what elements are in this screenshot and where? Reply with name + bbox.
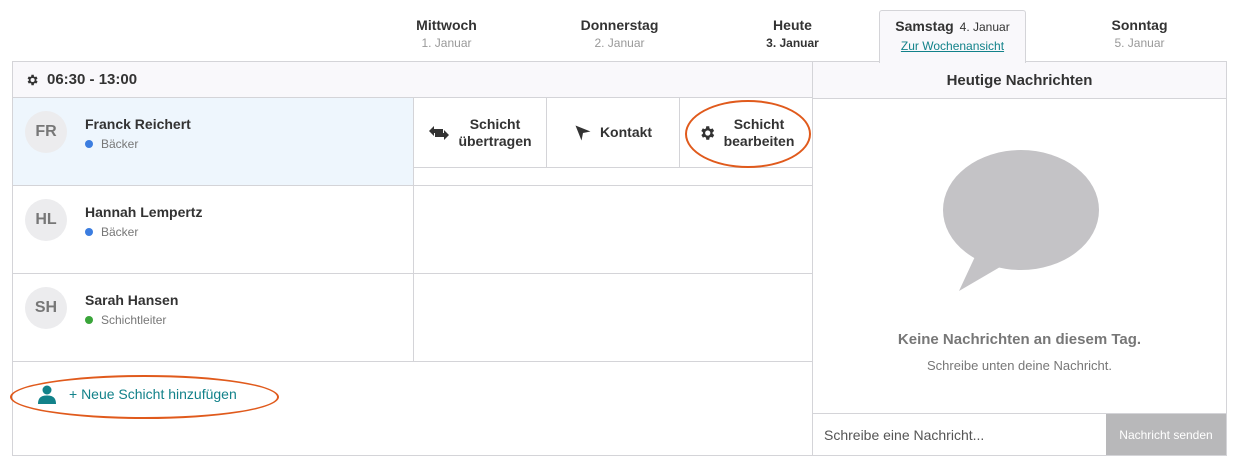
day-date: 5. Januar bbox=[1114, 36, 1165, 50]
person-cell[interactable]: FR Franck Reichert Bäcker bbox=[13, 98, 414, 185]
shift-actions: Schicht übertragen Kontakt Schicht bearb… bbox=[414, 98, 812, 168]
table-row: HL Hannah Lempertz Bäcker bbox=[13, 186, 812, 274]
person-role: Bäcker bbox=[85, 225, 138, 239]
role-dot bbox=[85, 316, 93, 324]
person-cell[interactable]: HL Hannah Lempertz Bäcker bbox=[13, 186, 414, 273]
shift-header: 06:30 - 13:00 bbox=[13, 62, 812, 98]
role-label: Bäcker bbox=[101, 137, 139, 151]
speech-bubble-icon bbox=[943, 150, 1099, 291]
transfer-shift-button[interactable]: Schicht übertragen bbox=[414, 98, 547, 167]
transfer-label-2: übertragen bbox=[458, 132, 532, 149]
person-role: Bäcker bbox=[85, 137, 138, 151]
add-shift-button[interactable]: + Neue Schicht hinzufügen bbox=[37, 384, 237, 404]
role-dot bbox=[85, 140, 93, 148]
empty-state-title: Keine Nachrichten an diesem Tag. bbox=[897, 331, 1142, 348]
user-icon bbox=[38, 385, 56, 404]
role-dot bbox=[85, 228, 93, 236]
person-role: Schichtleiter bbox=[85, 313, 166, 327]
avatar: HL bbox=[25, 199, 67, 241]
shift-panel: 06:30 - 13:00 FR Franck Reichert Bäcker … bbox=[12, 61, 813, 456]
day-name: Heute bbox=[773, 17, 812, 33]
gear-icon bbox=[700, 125, 714, 140]
swap-arrows-icon bbox=[429, 125, 450, 140]
edit-label-1: Schicht bbox=[733, 115, 785, 132]
role-label: Bäcker bbox=[101, 225, 139, 239]
table-row: SH Sarah Hansen Schichtleiter bbox=[13, 274, 812, 362]
day-name: Mittwoch bbox=[416, 17, 477, 33]
send-plane-icon bbox=[575, 125, 591, 140]
person-name: Hannah Lempertz bbox=[85, 204, 203, 220]
message-input[interactable] bbox=[813, 414, 1106, 455]
send-message-button[interactable]: Nachricht senden bbox=[1106, 414, 1226, 455]
day-name: Sonntag bbox=[1111, 17, 1168, 33]
tab-day-saturday[interactable]: Samstag 4. Januar Zur Wochenansicht bbox=[879, 10, 1026, 63]
person-cell[interactable]: SH Sarah Hansen Schichtleiter bbox=[13, 274, 414, 361]
day-date: 2. Januar bbox=[594, 36, 645, 50]
edit-shift-button[interactable]: Schicht bearbeiten bbox=[680, 98, 812, 167]
day-date: 4. Januar bbox=[959, 20, 1010, 34]
day-date: 3. Januar bbox=[766, 36, 819, 50]
day-tabs: Mittwoch 1. Januar Donnerstag 2. Januar … bbox=[0, 0, 1242, 63]
role-label: Schichtleiter bbox=[101, 313, 167, 327]
contact-button[interactable]: Kontakt bbox=[547, 98, 680, 167]
table-row: FR Franck Reichert Bäcker Schicht übertr… bbox=[13, 98, 812, 186]
tab-day-today[interactable]: Heute 3. Januar bbox=[719, 10, 866, 62]
tab-day-sunday[interactable]: Sonntag 5. Januar bbox=[1066, 10, 1213, 62]
person-name: Franck Reichert bbox=[85, 116, 191, 132]
edit-label-2: bearbeiten bbox=[723, 132, 795, 149]
week-view-link[interactable]: Zur Wochenansicht bbox=[880, 39, 1025, 53]
message-composer: Nachricht senden bbox=[813, 413, 1226, 455]
gear-icon bbox=[27, 74, 38, 85]
tab-day-thursday[interactable]: Donnerstag 2. Januar bbox=[546, 10, 693, 62]
day-name: Samstag bbox=[895, 18, 954, 34]
avatar: SH bbox=[25, 287, 67, 329]
empty-state-subtitle: Schreibe unten deine Nachricht. bbox=[926, 358, 1112, 373]
add-shift-label: + Neue Schicht hinzufügen bbox=[69, 386, 237, 402]
day-name: Donnerstag bbox=[580, 17, 659, 33]
messages-panel: Heutige Nachrichten Keine Nachrichten an… bbox=[812, 61, 1227, 456]
day-date: 1. Januar bbox=[421, 36, 472, 50]
contact-label: Kontakt bbox=[599, 124, 653, 140]
shift-time: 06:30 - 13:00 bbox=[47, 71, 138, 88]
messages-title: Heutige Nachrichten bbox=[813, 62, 1226, 99]
person-name: Sarah Hansen bbox=[85, 292, 179, 308]
tab-day-wednesday[interactable]: Mittwoch 1. Januar bbox=[373, 10, 520, 62]
transfer-label-1: Schicht bbox=[469, 115, 521, 132]
avatar: FR bbox=[25, 111, 67, 153]
